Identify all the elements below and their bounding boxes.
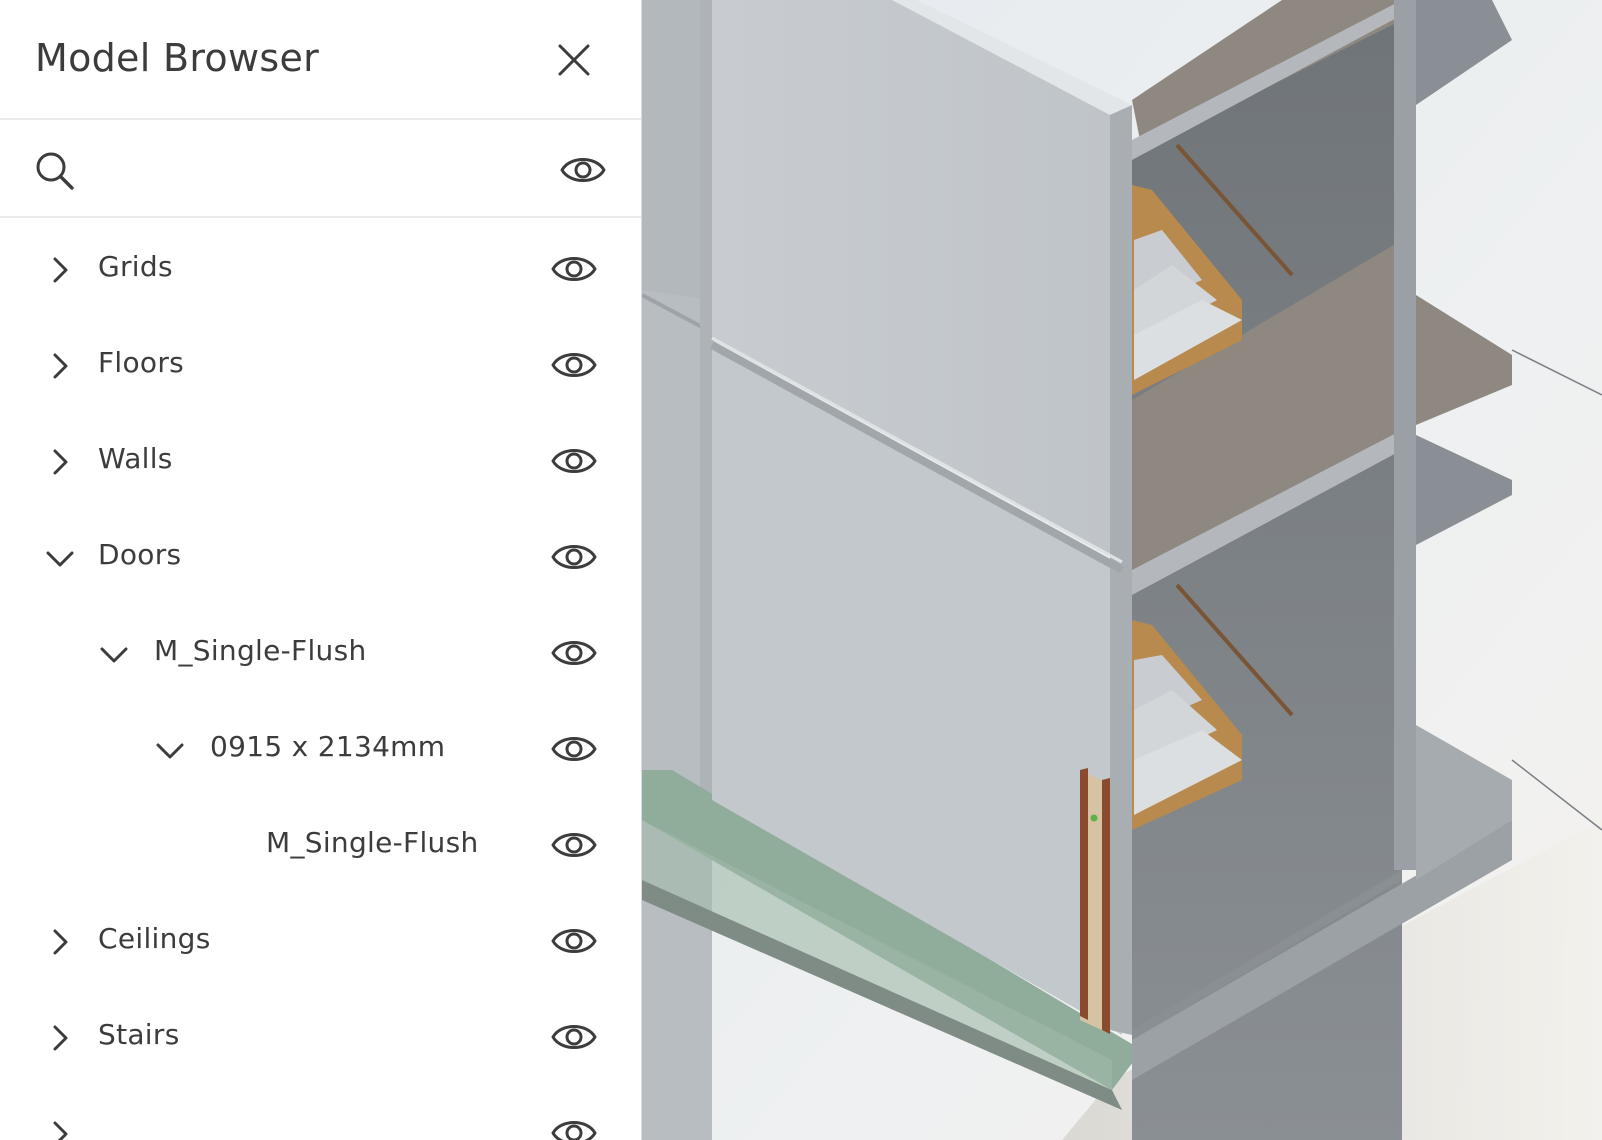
panel-header: Model Browser bbox=[0, 0, 641, 120]
eye-icon[interactable] bbox=[551, 1113, 597, 1140]
3d-viewport[interactable] bbox=[642, 0, 1602, 1140]
close-icon bbox=[558, 44, 590, 76]
tree-item-label: M_Single-Flush bbox=[266, 826, 479, 859]
tree-item-label: Stairs bbox=[98, 1018, 180, 1051]
tree-item-label: Ceilings bbox=[98, 922, 211, 955]
chevron-down-icon[interactable] bbox=[96, 636, 132, 672]
chevron-down-icon[interactable] bbox=[152, 732, 188, 768]
eye-icon[interactable] bbox=[551, 921, 597, 961]
eye-icon bbox=[560, 158, 606, 182]
chevron-right-icon[interactable] bbox=[42, 348, 78, 384]
tree-item-label: M_Single-Flush bbox=[154, 634, 367, 667]
tree-item-label: Doors bbox=[98, 538, 182, 571]
tree-item-item[interactable] bbox=[0, 1086, 641, 1140]
tree-item-label: 0915 x 2134mm bbox=[210, 730, 446, 763]
tree-item-doors[interactable]: Doors bbox=[0, 510, 641, 606]
tree-item-stairs[interactable]: Stairs bbox=[0, 990, 641, 1086]
tree-item-0915-x-2134mm[interactable]: 0915 x 2134mm bbox=[0, 702, 641, 798]
close-button[interactable] bbox=[554, 40, 594, 80]
eye-icon[interactable] bbox=[551, 345, 597, 385]
door-m-single-flush[interactable] bbox=[1080, 768, 1110, 1034]
eye-icon[interactable] bbox=[551, 825, 597, 865]
building-model bbox=[642, 0, 1602, 1140]
tree-item-label: Walls bbox=[98, 442, 173, 475]
search-bar bbox=[0, 120, 641, 218]
chevron-right-icon[interactable] bbox=[42, 1116, 78, 1140]
toggle-visibility-all-button[interactable] bbox=[560, 150, 606, 190]
panel-title: Model Browser bbox=[35, 36, 320, 80]
tree-item-label: Floors bbox=[98, 346, 185, 379]
tree-item-label: Grids bbox=[98, 250, 173, 283]
tree-item-ceilings[interactable]: Ceilings bbox=[0, 894, 641, 990]
tree-item-grids[interactable]: Grids bbox=[0, 222, 641, 318]
tree-item-m-single-flush[interactable]: M_Single-Flush bbox=[0, 798, 641, 894]
chevron-right-icon[interactable] bbox=[42, 1020, 78, 1056]
eye-icon[interactable] bbox=[551, 729, 597, 769]
chevron-right-icon[interactable] bbox=[42, 252, 78, 288]
eye-icon[interactable] bbox=[551, 441, 597, 481]
model-browser-panel: Model Browser Grids Floors Walls Doors M_Sin… bbox=[0, 0, 642, 1140]
chevron-right-icon[interactable] bbox=[42, 444, 78, 480]
chevron-down-icon[interactable] bbox=[42, 540, 78, 576]
search-icon bbox=[34, 150, 76, 192]
tree-item-m-single-flush[interactable]: M_Single-Flush bbox=[0, 606, 641, 702]
eye-icon[interactable] bbox=[551, 537, 597, 577]
chevron-right-icon[interactable] bbox=[42, 924, 78, 960]
search-input[interactable] bbox=[90, 146, 540, 194]
eye-icon[interactable] bbox=[551, 249, 597, 289]
model-tree: Grids Floors Walls Doors M_Single-Flush 0915 … bbox=[0, 222, 641, 1140]
tree-item-floors[interactable]: Floors bbox=[0, 318, 641, 414]
eye-icon[interactable] bbox=[551, 633, 597, 673]
tree-item-walls[interactable]: Walls bbox=[0, 414, 641, 510]
eye-icon[interactable] bbox=[551, 1017, 597, 1057]
